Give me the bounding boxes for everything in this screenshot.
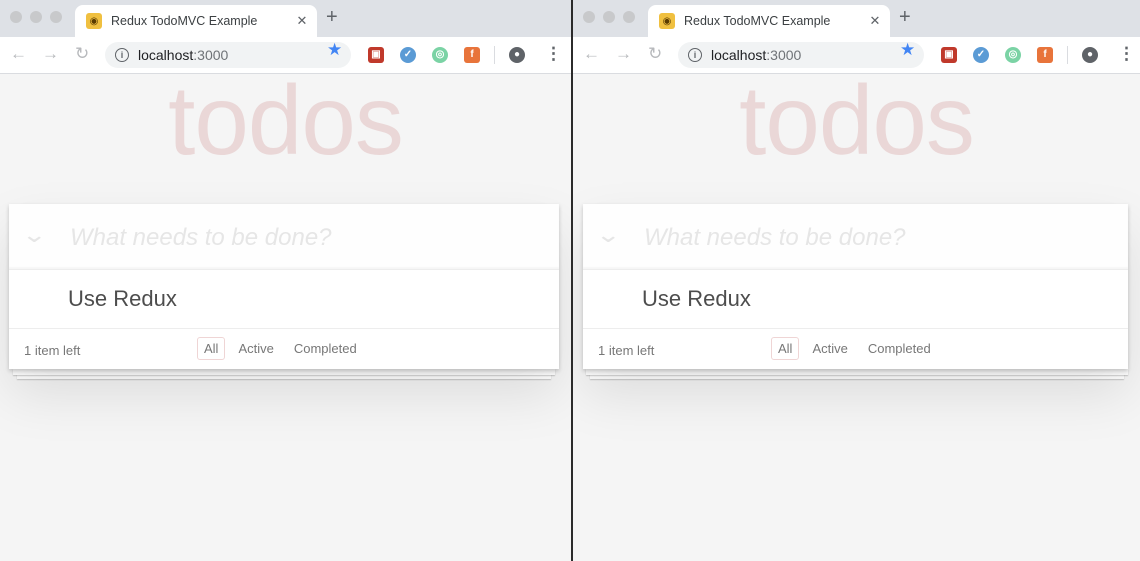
zoom-window-button[interactable] bbox=[50, 11, 62, 23]
reload-icon[interactable]: ↻ bbox=[648, 44, 662, 64]
app-heading: todos bbox=[739, 65, 975, 175]
back-arrow-icon[interactable]: ← bbox=[10, 44, 27, 64]
toolbar-divider bbox=[494, 46, 495, 64]
todo-count: 1 item left bbox=[24, 343, 81, 358]
tab-strip: ◉ Redux TodoMVC Example ✕ + bbox=[0, 0, 571, 37]
filter-completed[interactable]: Completed bbox=[287, 337, 364, 360]
forward-arrow-icon[interactable]: → bbox=[615, 44, 632, 64]
tab-close-icon[interactable]: ✕ bbox=[287, 13, 317, 29]
url-text: localhost:3000 bbox=[711, 47, 802, 63]
bookmark-star-icon[interactable]: ★ bbox=[327, 40, 342, 60]
extension-3-icon[interactable]: ◎ bbox=[1005, 47, 1021, 63]
toggle-all-chevron-icon[interactable]: ⌄ bbox=[595, 222, 621, 248]
filter-active[interactable]: Active bbox=[805, 337, 854, 360]
tab-redux-todomvc[interactable]: ◉ Redux TodoMVC Example ✕ bbox=[75, 5, 317, 37]
new-todo-row: ⌄ bbox=[583, 204, 1128, 270]
filter-all[interactable]: All bbox=[197, 337, 226, 360]
app-heading: todos bbox=[168, 65, 404, 175]
minimize-window-button[interactable] bbox=[30, 11, 42, 23]
window-controls bbox=[583, 11, 635, 23]
browser-window-left: ◉ Redux TodoMVC Example ✕ + ← → ↻ i loca… bbox=[0, 0, 571, 561]
new-tab-button[interactable]: + bbox=[326, 6, 338, 29]
url-text: localhost:3000 bbox=[138, 47, 229, 63]
todo-count: 1 item left bbox=[598, 343, 655, 358]
extension-2-icon[interactable]: ✓ bbox=[400, 47, 416, 63]
filter-all[interactable]: All bbox=[771, 337, 800, 360]
todo-app: ⌄ Use Redux 1 item left All Active Compl… bbox=[9, 204, 559, 369]
toggle-all-chevron-icon[interactable]: ⌄ bbox=[21, 222, 47, 248]
window-controls bbox=[10, 11, 62, 23]
toolbar-divider bbox=[1067, 46, 1068, 64]
filter-list: All Active Completed bbox=[197, 337, 364, 360]
profile-icon[interactable]: ● bbox=[1082, 47, 1098, 63]
tab-close-icon[interactable]: ✕ bbox=[860, 13, 890, 29]
new-todo-row: ⌄ bbox=[9, 204, 559, 270]
new-tab-button[interactable]: + bbox=[899, 6, 911, 29]
browser-window-right: ◉ Redux TodoMVC Example ✕ + ← → ↻ i loca… bbox=[573, 0, 1140, 561]
redux-favicon-icon: ◉ bbox=[659, 13, 675, 29]
menu-icon[interactable]: ⋮ bbox=[545, 44, 562, 64]
info-icon[interactable]: i bbox=[688, 48, 702, 62]
tab-strip: ◉ Redux TodoMVC Example ✕ + bbox=[573, 0, 1140, 37]
back-arrow-icon[interactable]: ← bbox=[583, 44, 600, 64]
extension-4-icon[interactable]: f bbox=[1037, 47, 1053, 63]
close-window-button[interactable] bbox=[583, 11, 595, 23]
zoom-window-button[interactable] bbox=[623, 11, 635, 23]
tab-title: Redux TodoMVC Example bbox=[684, 14, 831, 28]
todo-label[interactable]: Use Redux bbox=[68, 286, 177, 312]
extension-4-icon[interactable]: f bbox=[464, 47, 480, 63]
menu-icon[interactable]: ⋮ bbox=[1118, 44, 1135, 64]
profile-icon[interactable]: ● bbox=[509, 47, 525, 63]
todo-label[interactable]: Use Redux bbox=[642, 286, 751, 312]
extension-1-icon[interactable]: ▣ bbox=[368, 47, 384, 63]
bookmark-star-icon[interactable]: ★ bbox=[900, 40, 915, 60]
redux-favicon-icon: ◉ bbox=[86, 13, 102, 29]
extension-2-icon[interactable]: ✓ bbox=[973, 47, 989, 63]
new-todo-input[interactable] bbox=[642, 220, 1116, 256]
tab-redux-todomvc[interactable]: ◉ Redux TodoMVC Example ✕ bbox=[648, 5, 890, 37]
todo-item[interactable]: Use Redux bbox=[583, 270, 1128, 329]
page-content: todos ⌄ Use Redux 1 item left All Active… bbox=[573, 65, 1140, 561]
filter-active[interactable]: Active bbox=[231, 337, 280, 360]
todo-item[interactable]: Use Redux bbox=[9, 270, 559, 329]
new-todo-input[interactable] bbox=[68, 220, 542, 256]
forward-arrow-icon[interactable]: → bbox=[42, 44, 59, 64]
todo-app: ⌄ Use Redux 1 item left All Active Compl… bbox=[583, 204, 1128, 369]
filter-completed[interactable]: Completed bbox=[861, 337, 938, 360]
minimize-window-button[interactable] bbox=[603, 11, 615, 23]
reload-icon[interactable]: ↻ bbox=[75, 44, 89, 64]
extension-1-icon[interactable]: ▣ bbox=[941, 47, 957, 63]
stack-decoration bbox=[586, 369, 1128, 375]
page-content: todos ⌄ Use Redux 1 item left All Active… bbox=[0, 65, 571, 561]
tab-title: Redux TodoMVC Example bbox=[111, 14, 258, 28]
filter-list: All Active Completed bbox=[771, 337, 938, 360]
stack-decoration bbox=[13, 369, 555, 375]
info-icon[interactable]: i bbox=[115, 48, 129, 62]
close-window-button[interactable] bbox=[10, 11, 22, 23]
extension-3-icon[interactable]: ◎ bbox=[432, 47, 448, 63]
todo-footer: 1 item left All Active Completed bbox=[583, 329, 1128, 369]
todo-footer: 1 item left All Active Completed bbox=[9, 329, 559, 369]
